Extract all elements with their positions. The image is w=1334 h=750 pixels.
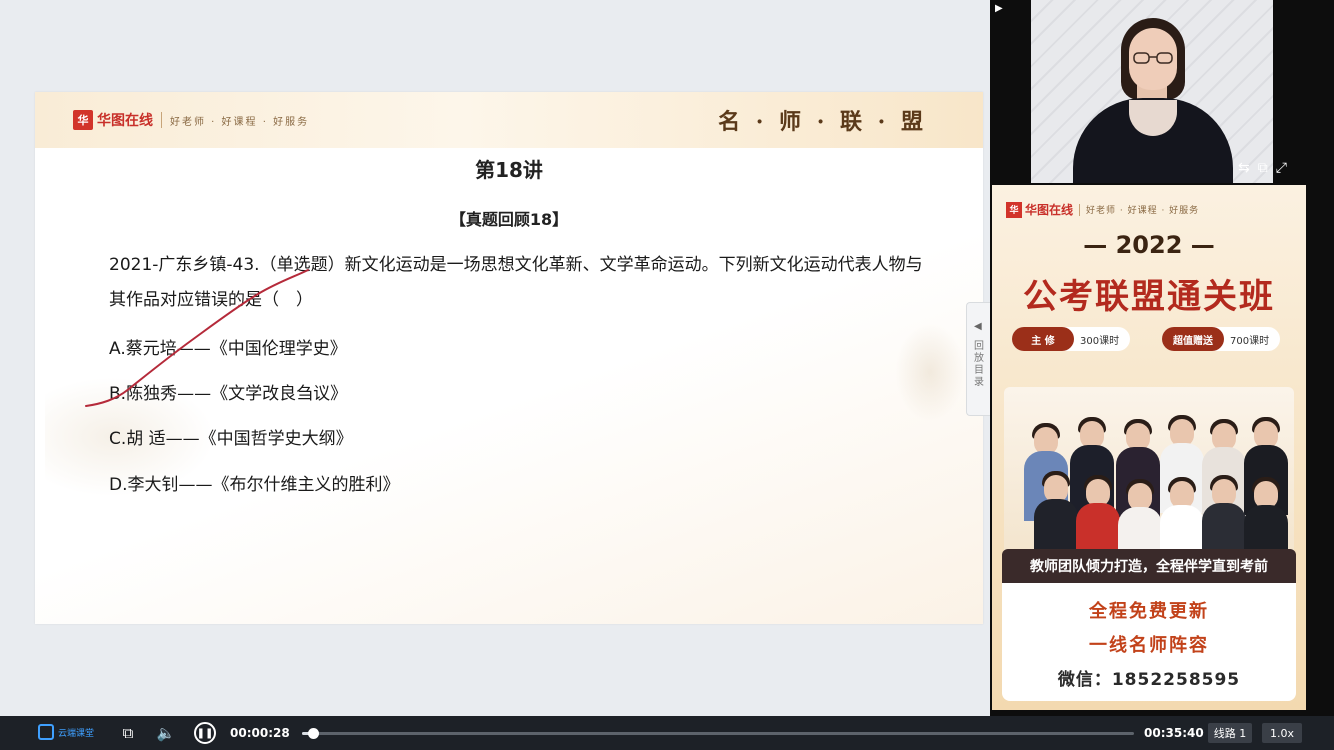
ad-brand-name: 华图在线	[1025, 203, 1074, 217]
camera-controls: ⇆ ⧉ ⤢	[1238, 160, 1287, 176]
option-b: B.陈独秀——《文学改良刍议》	[109, 384, 348, 404]
ad-wechat: 微信：18522585­95	[1057, 670, 1241, 690]
ad-slogan: 好老师 · 好课程 · 好服务	[1086, 206, 1200, 216]
lecture-slide: 华 华图在线 好老师 · 好课程 · 好服务 名 · 师 · 联 · 盟 第18…	[35, 92, 983, 624]
divider	[1079, 203, 1081, 216]
teacher-camera	[1031, 0, 1273, 183]
progress-slider[interactable]	[302, 728, 1134, 739]
brand-name: 华图在线	[97, 113, 153, 129]
slide-stage: 华 华图在线 好老师 · 好课程 · 好服务 名 · 师 · 联 · 盟 第18…	[0, 0, 990, 716]
divider	[161, 112, 162, 128]
brand-slogan: 好老师 · 好课程 · 好服务	[170, 116, 310, 128]
ad-pill-value: 700课时	[1230, 335, 1270, 347]
teacher-group-photo	[1004, 387, 1294, 563]
volume-icon[interactable]: 🔈	[156, 723, 176, 743]
ad-info-card: 全程免费更新 一线名师阵容 微信：18522585­95	[1002, 583, 1296, 701]
ad-pill-main: 主 修 300课时	[1012, 327, 1130, 351]
glasses-icon	[1133, 52, 1173, 64]
fullscreen-icon[interactable]: ⤢	[1276, 160, 1287, 176]
player-logo-text: 云端课堂	[58, 728, 95, 739]
playback-catalog-tab[interactable]: ◀ 回放目录	[966, 302, 991, 416]
ad-feature-update: 全程免费更新	[1089, 601, 1209, 622]
ad-title: 公考联盟通关班	[1023, 277, 1275, 317]
brand-logo-icon: 华	[73, 110, 93, 130]
slide-decoration	[895, 322, 965, 422]
ad-pill-bonus: 超值赠送 700课时	[1162, 327, 1280, 351]
player-control-bar: 云端课堂 ⧉ 🔈 ❚❚ 00:00:28 00:35:40 线路 1 1.0x	[0, 716, 1334, 750]
courseware-icon[interactable]: ⧉	[118, 723, 138, 743]
ad-pill-tag: 主 修	[1012, 327, 1074, 351]
option-c: C.胡 适——《中国哲学史大纲》	[109, 429, 353, 449]
slide-brand: 华 华图在线 好老师 · 好课程 · 好服务	[73, 110, 309, 130]
swap-view-icon[interactable]: ⇆	[1238, 160, 1250, 176]
question-text: 2021-广东乡镇-43.（单选题）新文化运动是一场思想文化革新、文学革命运动。…	[109, 255, 923, 310]
playback-speed-button[interactable]: 1.0x	[1262, 723, 1302, 743]
ad-pill-value: 300课时	[1080, 335, 1120, 347]
option-a: A.蔡元培——《中国伦理学史》	[109, 339, 347, 359]
route-select-button[interactable]: 线路 1	[1208, 723, 1252, 743]
ad-pill-tag: 超值赠送	[1162, 327, 1224, 351]
ad-feature-teachers: 一线名师阵容	[1089, 635, 1209, 656]
option-d: D.李大钊——《布尔什维主义的胜利》	[109, 475, 400, 495]
cloud-classroom-icon	[38, 724, 54, 740]
ad-brand: 华 华图在线 好老师 · 好课程 · 好服务	[1006, 201, 1199, 218]
catalog-label: 回放目录	[974, 341, 984, 388]
ad-caption: 教师团队倾力打造，全程伴学直到考前	[1002, 549, 1296, 583]
player-logo: 云端课堂	[38, 724, 94, 740]
ad-year: — 2022 —	[1083, 231, 1215, 259]
collapse-arrow-icon: ◀	[974, 321, 982, 332]
current-time: 00:00:28	[230, 726, 290, 740]
pause-button[interactable]: ❚❚	[194, 722, 216, 744]
header-motto: 名 · 师 · 联 · 盟	[718, 109, 927, 135]
slide-header: 华 华图在线 好老师 · 好课程 · 好服务 名 · 师 · 联 · 盟	[35, 92, 983, 148]
expand-arrow-icon[interactable]: ▶	[995, 3, 1003, 14]
review-title: 【真题回顾18】	[449, 210, 569, 229]
progress-knob[interactable]	[307, 728, 319, 739]
lecture-title: 第18讲	[475, 158, 543, 182]
brand-logo-icon: 华	[1006, 201, 1022, 218]
course-advertisement[interactable]: 华 华图在线 好老师 · 好课程 · 好服务 — 2022 — 公考联盟通关班 …	[992, 185, 1306, 710]
popout-icon[interactable]: ⧉	[1258, 160, 1268, 176]
total-duration: 00:35:40	[1144, 726, 1204, 740]
